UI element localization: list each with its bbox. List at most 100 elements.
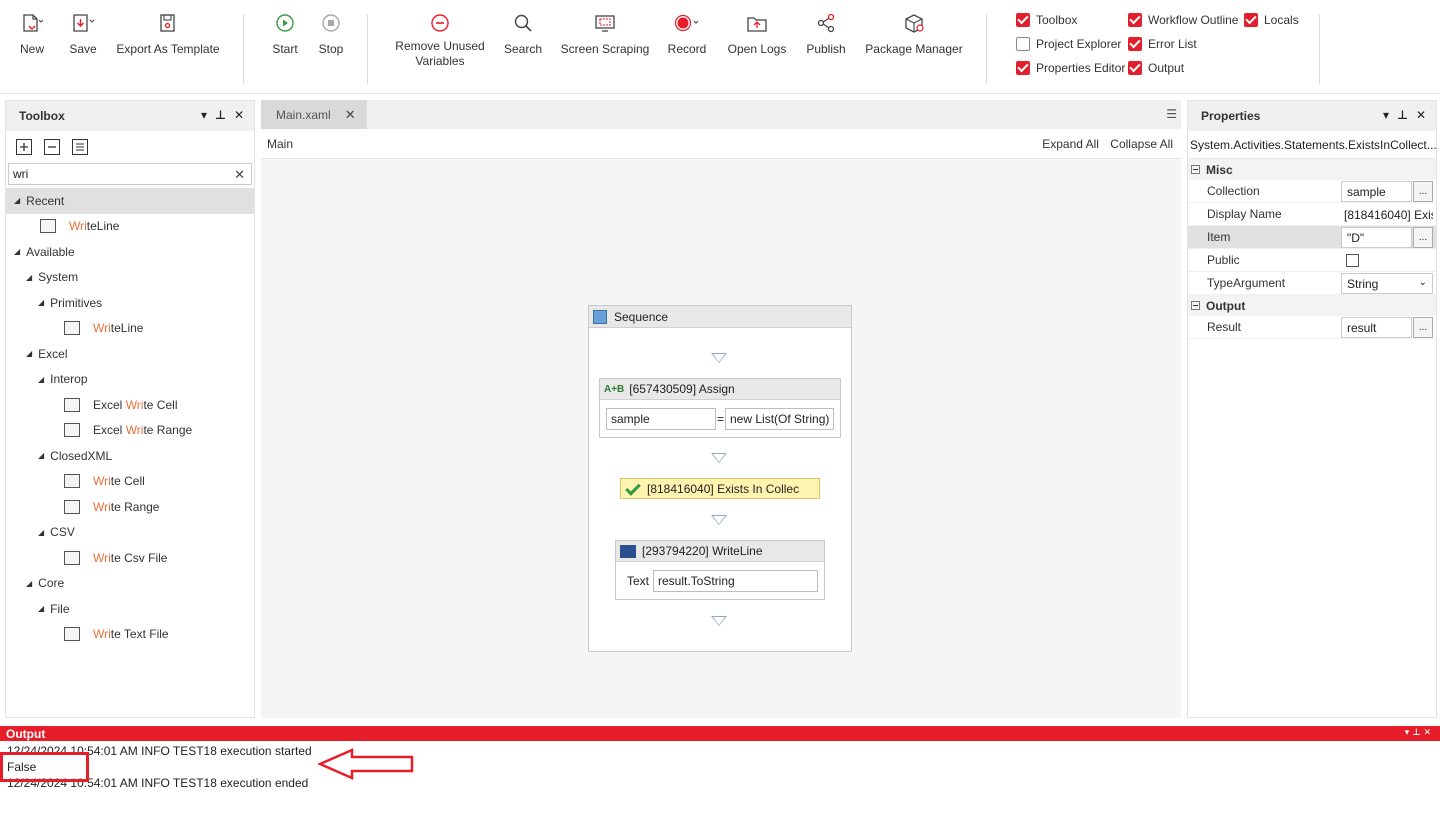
tree-item-write-text-file[interactable]: Wri te Text File: [6, 622, 254, 648]
tree-item-write-cell[interactable]: Wri te Cell: [6, 469, 254, 495]
record-button[interactable]: Record: [666, 10, 708, 57]
assign-to-field[interactable]: sample: [606, 408, 716, 430]
tree-node-core[interactable]: ◢ Core: [6, 571, 254, 597]
property-public[interactable]: Public: [1188, 249, 1436, 272]
pin-icon[interactable]: ⊥: [1397, 108, 1408, 122]
text-file-edit-icon: [64, 627, 80, 642]
close-tab-icon[interactable]: ✕: [345, 107, 356, 123]
collapse-all-icon[interactable]: [44, 139, 60, 155]
save-button[interactable]: Save: [64, 10, 102, 57]
tab-main-xaml[interactable]: Main.xaml ✕: [261, 100, 367, 129]
property-display-name[interactable]: Display Name [818416040] Exis: [1188, 203, 1436, 226]
type-argument-select[interactable]: String ⌄: [1341, 273, 1433, 294]
tree-item-write-range[interactable]: Wri te Range: [6, 494, 254, 520]
result-value-input[interactable]: result: [1341, 317, 1412, 338]
designer-canvas[interactable]: Sequence A+B [657430509] Assign sample =…: [261, 159, 1181, 718]
new-file-icon: [14, 10, 50, 36]
tree-node-csv[interactable]: ◢ CSV: [6, 520, 254, 546]
remove-unused-variables-button[interactable]: Remove Unused Variables: [392, 10, 488, 69]
expanded-triangle-icon: ◢: [26, 272, 33, 282]
type-argument-value: String: [1347, 276, 1379, 291]
drop-arrow-icon[interactable]: [711, 515, 727, 525]
publish-button[interactable]: Publish: [804, 10, 848, 57]
property-collection[interactable]: Collection sample ...: [1188, 180, 1436, 203]
assign-value-field[interactable]: new List(Of String): [725, 408, 834, 430]
export-template-button[interactable]: Export As Template: [116, 10, 220, 57]
writeline-text-field[interactable]: result.ToString: [653, 570, 818, 592]
collapse-icon[interactable]: [1191, 301, 1200, 310]
list-view-icon[interactable]: [72, 139, 88, 155]
toolbox-checkbox[interactable]: Toolbox: [1016, 13, 1077, 27]
breadcrumb-main[interactable]: Main: [267, 137, 293, 151]
properties-editor-checkbox[interactable]: Properties Editor: [1016, 61, 1125, 75]
collapse-icon[interactable]: [1191, 165, 1200, 174]
property-result[interactable]: Result result ...: [1188, 316, 1436, 339]
collapse-all-link[interactable]: Collapse All: [1110, 137, 1173, 151]
writeline-activity[interactable]: [293794220] WriteLine Text result.ToStri…: [615, 540, 825, 600]
assign-equals: =: [717, 412, 725, 426]
tree-node-excel[interactable]: ◢ Excel: [6, 341, 254, 367]
tab-list-menu-icon[interactable]: ☰: [1166, 107, 1177, 121]
dropdown-arrow-icon[interactable]: ▾: [1383, 108, 1389, 122]
assign-activity[interactable]: A+B [657430509] Assign sample = new List…: [599, 378, 841, 438]
tree-node-recent[interactable]: ◢ Recent: [6, 188, 254, 214]
tree-node-file[interactable]: ◢ File: [6, 596, 254, 622]
writeline-header[interactable]: [293794220] WriteLine: [616, 541, 824, 562]
project-explorer-checkbox[interactable]: Project Explorer: [1016, 37, 1121, 51]
tree-node-closedxml[interactable]: ◢ ClosedXML: [6, 443, 254, 469]
tree-node-system[interactable]: ◢ System: [6, 265, 254, 291]
ribbon-separator: [986, 14, 987, 84]
screen-scraping-button[interactable]: Screen Scraping: [560, 10, 650, 57]
assign-header[interactable]: A+B [657430509] Assign: [600, 379, 840, 400]
panel-controls-icon[interactable]: ▾⊥✕: [1405, 727, 1434, 738]
start-button[interactable]: Start: [268, 10, 302, 57]
ellipsis-button[interactable]: ...: [1413, 227, 1433, 248]
tree-item-excel-write-range[interactable]: Excel Wri te Range: [6, 418, 254, 444]
tree-item-write-csv-file[interactable]: Wri te Csv File: [6, 545, 254, 571]
tree-node-available[interactable]: ◢ Available: [6, 239, 254, 265]
toolbox-search-input[interactable]: wri ✕: [8, 163, 252, 185]
tree-item-writeline[interactable]: Wri teLine: [6, 316, 254, 342]
tree-label: System: [38, 270, 79, 285]
property-type-argument[interactable]: TypeArgument String ⌄: [1188, 272, 1436, 295]
stop-button[interactable]: Stop: [314, 10, 348, 57]
tree-label: te Text File: [110, 627, 169, 642]
output-checkbox[interactable]: Output: [1128, 61, 1184, 75]
new-button[interactable]: New: [14, 10, 50, 57]
tree-item-writeline-recent[interactable]: Wri teLine: [6, 214, 254, 240]
locals-checkbox[interactable]: Locals: [1244, 13, 1299, 27]
display-name-input[interactable]: [818416040] Exis: [1341, 204, 1433, 225]
drop-arrow-icon[interactable]: [711, 353, 727, 363]
open-logs-button[interactable]: Open Logs: [726, 10, 788, 57]
sequence-header[interactable]: Sequence: [589, 306, 851, 328]
expand-all-link[interactable]: Expand All: [1042, 137, 1099, 151]
drop-arrow-icon[interactable]: [711, 616, 727, 626]
property-item[interactable]: Item "D" ...: [1188, 226, 1436, 249]
workflow-outline-checkbox[interactable]: Workflow Outline: [1128, 13, 1238, 27]
tree-node-interop[interactable]: ◢ Interop: [6, 367, 254, 393]
expand-all-icon[interactable]: [16, 139, 32, 155]
category-misc[interactable]: Misc: [1188, 159, 1436, 180]
close-icon[interactable]: ✕: [234, 108, 244, 122]
output-title: Output: [6, 726, 46, 741]
property-label: Item: [1207, 230, 1231, 244]
public-checkbox[interactable]: [1346, 254, 1359, 267]
pin-icon[interactable]: ⊥: [215, 108, 226, 122]
collection-value-input[interactable]: sample: [1341, 181, 1412, 202]
package-manager-button[interactable]: Package Manager: [864, 10, 964, 57]
search-button[interactable]: Search: [502, 10, 544, 57]
ellipsis-button[interactable]: ...: [1413, 181, 1433, 202]
drop-arrow-icon[interactable]: [711, 453, 727, 463]
exists-in-collection-activity[interactable]: [818416040] Exists In Collec: [620, 478, 820, 499]
clear-search-icon[interactable]: ✕: [234, 167, 245, 183]
dropdown-arrow-icon[interactable]: ▾: [201, 108, 207, 122]
tree-label: te Cell: [143, 397, 178, 412]
category-output[interactable]: Output: [1188, 295, 1436, 316]
ellipsis-button[interactable]: ...: [1413, 317, 1433, 338]
close-icon[interactable]: ✕: [1416, 108, 1426, 122]
item-value-input[interactable]: "D": [1341, 227, 1412, 248]
error-list-checkbox[interactable]: Error List: [1128, 37, 1197, 51]
tree-node-primitives[interactable]: ◢ Primitives: [6, 290, 254, 316]
tree-item-excel-write-cell[interactable]: Excel Wri te Cell: [6, 392, 254, 418]
sequence-activity[interactable]: Sequence A+B [657430509] Assign sample =…: [588, 305, 852, 652]
